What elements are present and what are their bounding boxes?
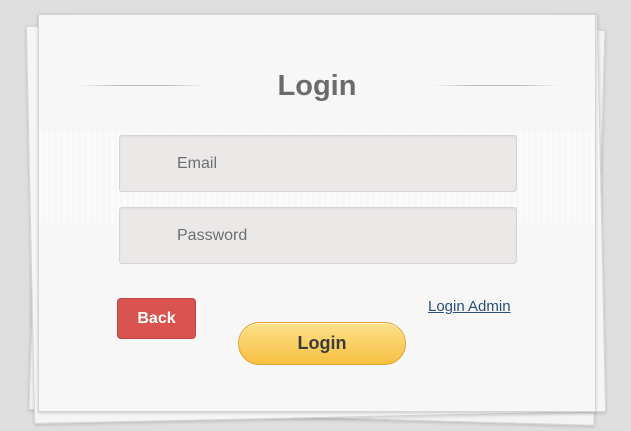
heading-divider-right (433, 85, 559, 86)
heading-row: Login (39, 71, 595, 111)
login-button[interactable]: Login (238, 322, 406, 365)
login-page: Login Back Login Admin Login (0, 0, 631, 431)
back-button[interactable]: Back (117, 298, 196, 339)
page-title: Login (277, 70, 357, 102)
password-field[interactable] (119, 207, 517, 264)
login-admin-link[interactable]: Login Admin (428, 298, 511, 315)
login-card: Login Back Login Admin Login (38, 14, 596, 412)
email-field[interactable] (119, 135, 517, 192)
